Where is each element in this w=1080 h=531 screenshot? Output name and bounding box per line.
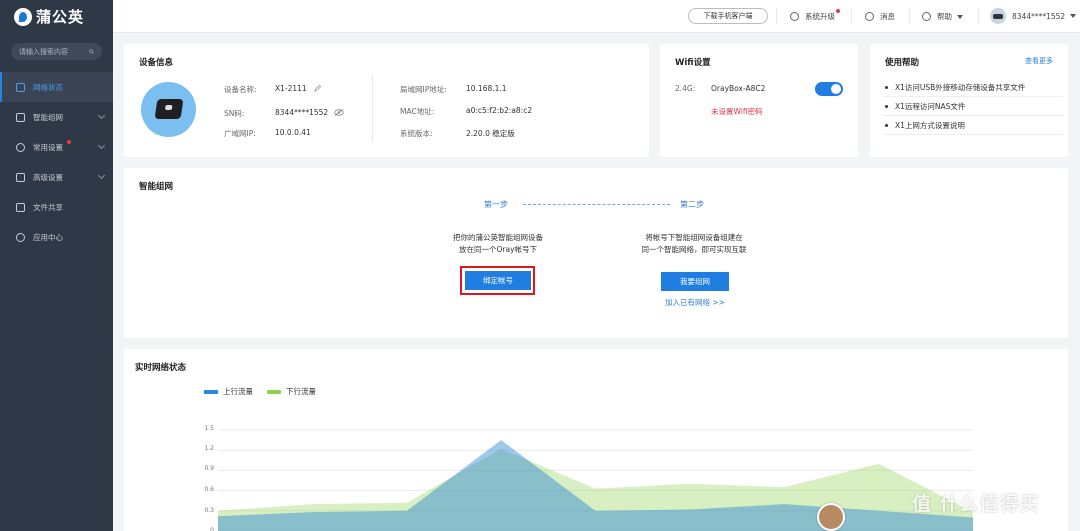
traffic-chart (218, 429, 973, 531)
avatar (817, 503, 845, 531)
watermark: 值 什么值得买 (912, 493, 1040, 515)
